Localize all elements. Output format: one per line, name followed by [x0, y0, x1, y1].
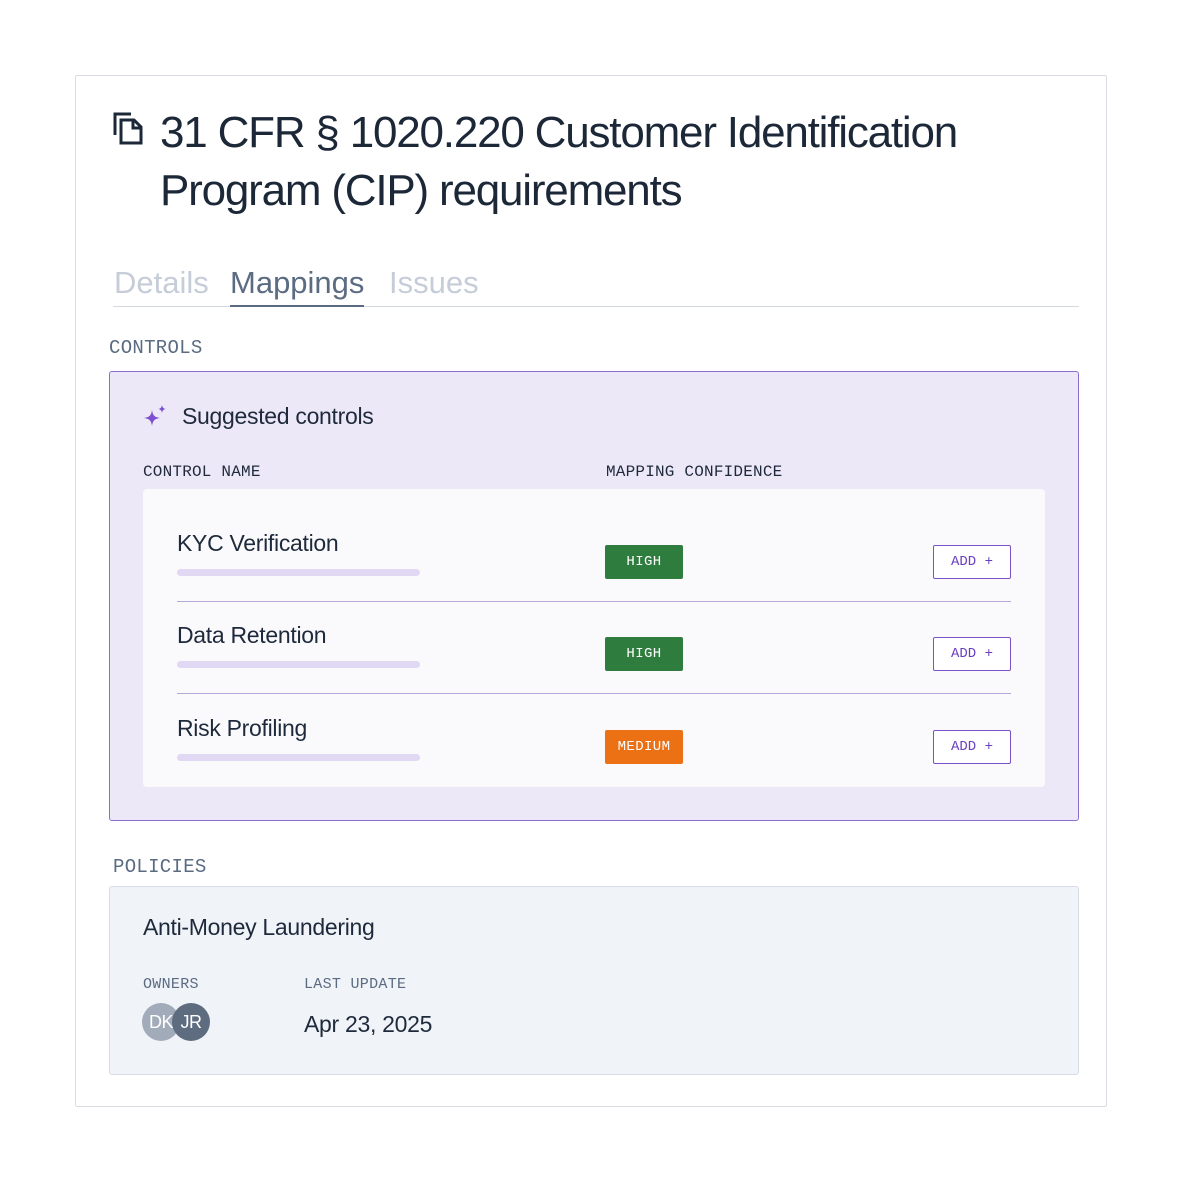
- add-control-button[interactable]: ADD +: [933, 545, 1011, 579]
- table-row: Risk Profiling MEDIUM ADD +: [177, 694, 1011, 786]
- tab-issues[interactable]: Issues: [389, 264, 479, 305]
- page-title: 31 CFR § 1020.220 Customer Identificatio…: [160, 108, 958, 215]
- controls-section-label: CONTROLS: [109, 337, 203, 359]
- table-row: Data Retention HIGH ADD +: [177, 601, 1011, 693]
- column-header-control-name: CONTROL NAME: [143, 463, 261, 481]
- last-update-label: LAST UPDATE: [304, 976, 407, 993]
- control-name: KYC Verification: [177, 530, 339, 556]
- column-header-mapping-confidence: MAPPING CONFIDENCE: [606, 463, 783, 481]
- add-control-button[interactable]: ADD +: [933, 637, 1011, 671]
- skeleton-bar: [177, 661, 420, 668]
- copy-icon[interactable]: [112, 111, 144, 145]
- tab-details[interactable]: Details: [114, 264, 209, 305]
- skeleton-bar: [177, 569, 420, 576]
- control-name: Data Retention: [177, 622, 327, 648]
- add-control-button[interactable]: ADD +: [933, 730, 1011, 764]
- last-update-date: Apr 23, 2025: [304, 1011, 433, 1037]
- policies-section-label: POLICIES: [113, 856, 207, 878]
- table-row: KYC Verification HIGH ADD +: [177, 509, 1011, 601]
- tab-mappings[interactable]: Mappings: [230, 264, 365, 307]
- policy-name[interactable]: Anti-Money Laundering: [143, 914, 375, 941]
- suggested-controls-title: Suggested controls: [182, 403, 374, 429]
- skeleton-bar: [177, 754, 420, 761]
- avatar[interactable]: JR: [172, 1003, 210, 1041]
- confidence-badge: HIGH: [605, 637, 683, 671]
- confidence-badge: HIGH: [605, 545, 683, 579]
- control-name: Risk Profiling: [177, 715, 308, 741]
- confidence-badge: MEDIUM: [605, 730, 683, 764]
- sparkle-icon: [144, 405, 166, 426]
- tab-bar: Details Mappings Issues: [113, 262, 1079, 307]
- owners-label: OWNERS: [143, 976, 199, 993]
